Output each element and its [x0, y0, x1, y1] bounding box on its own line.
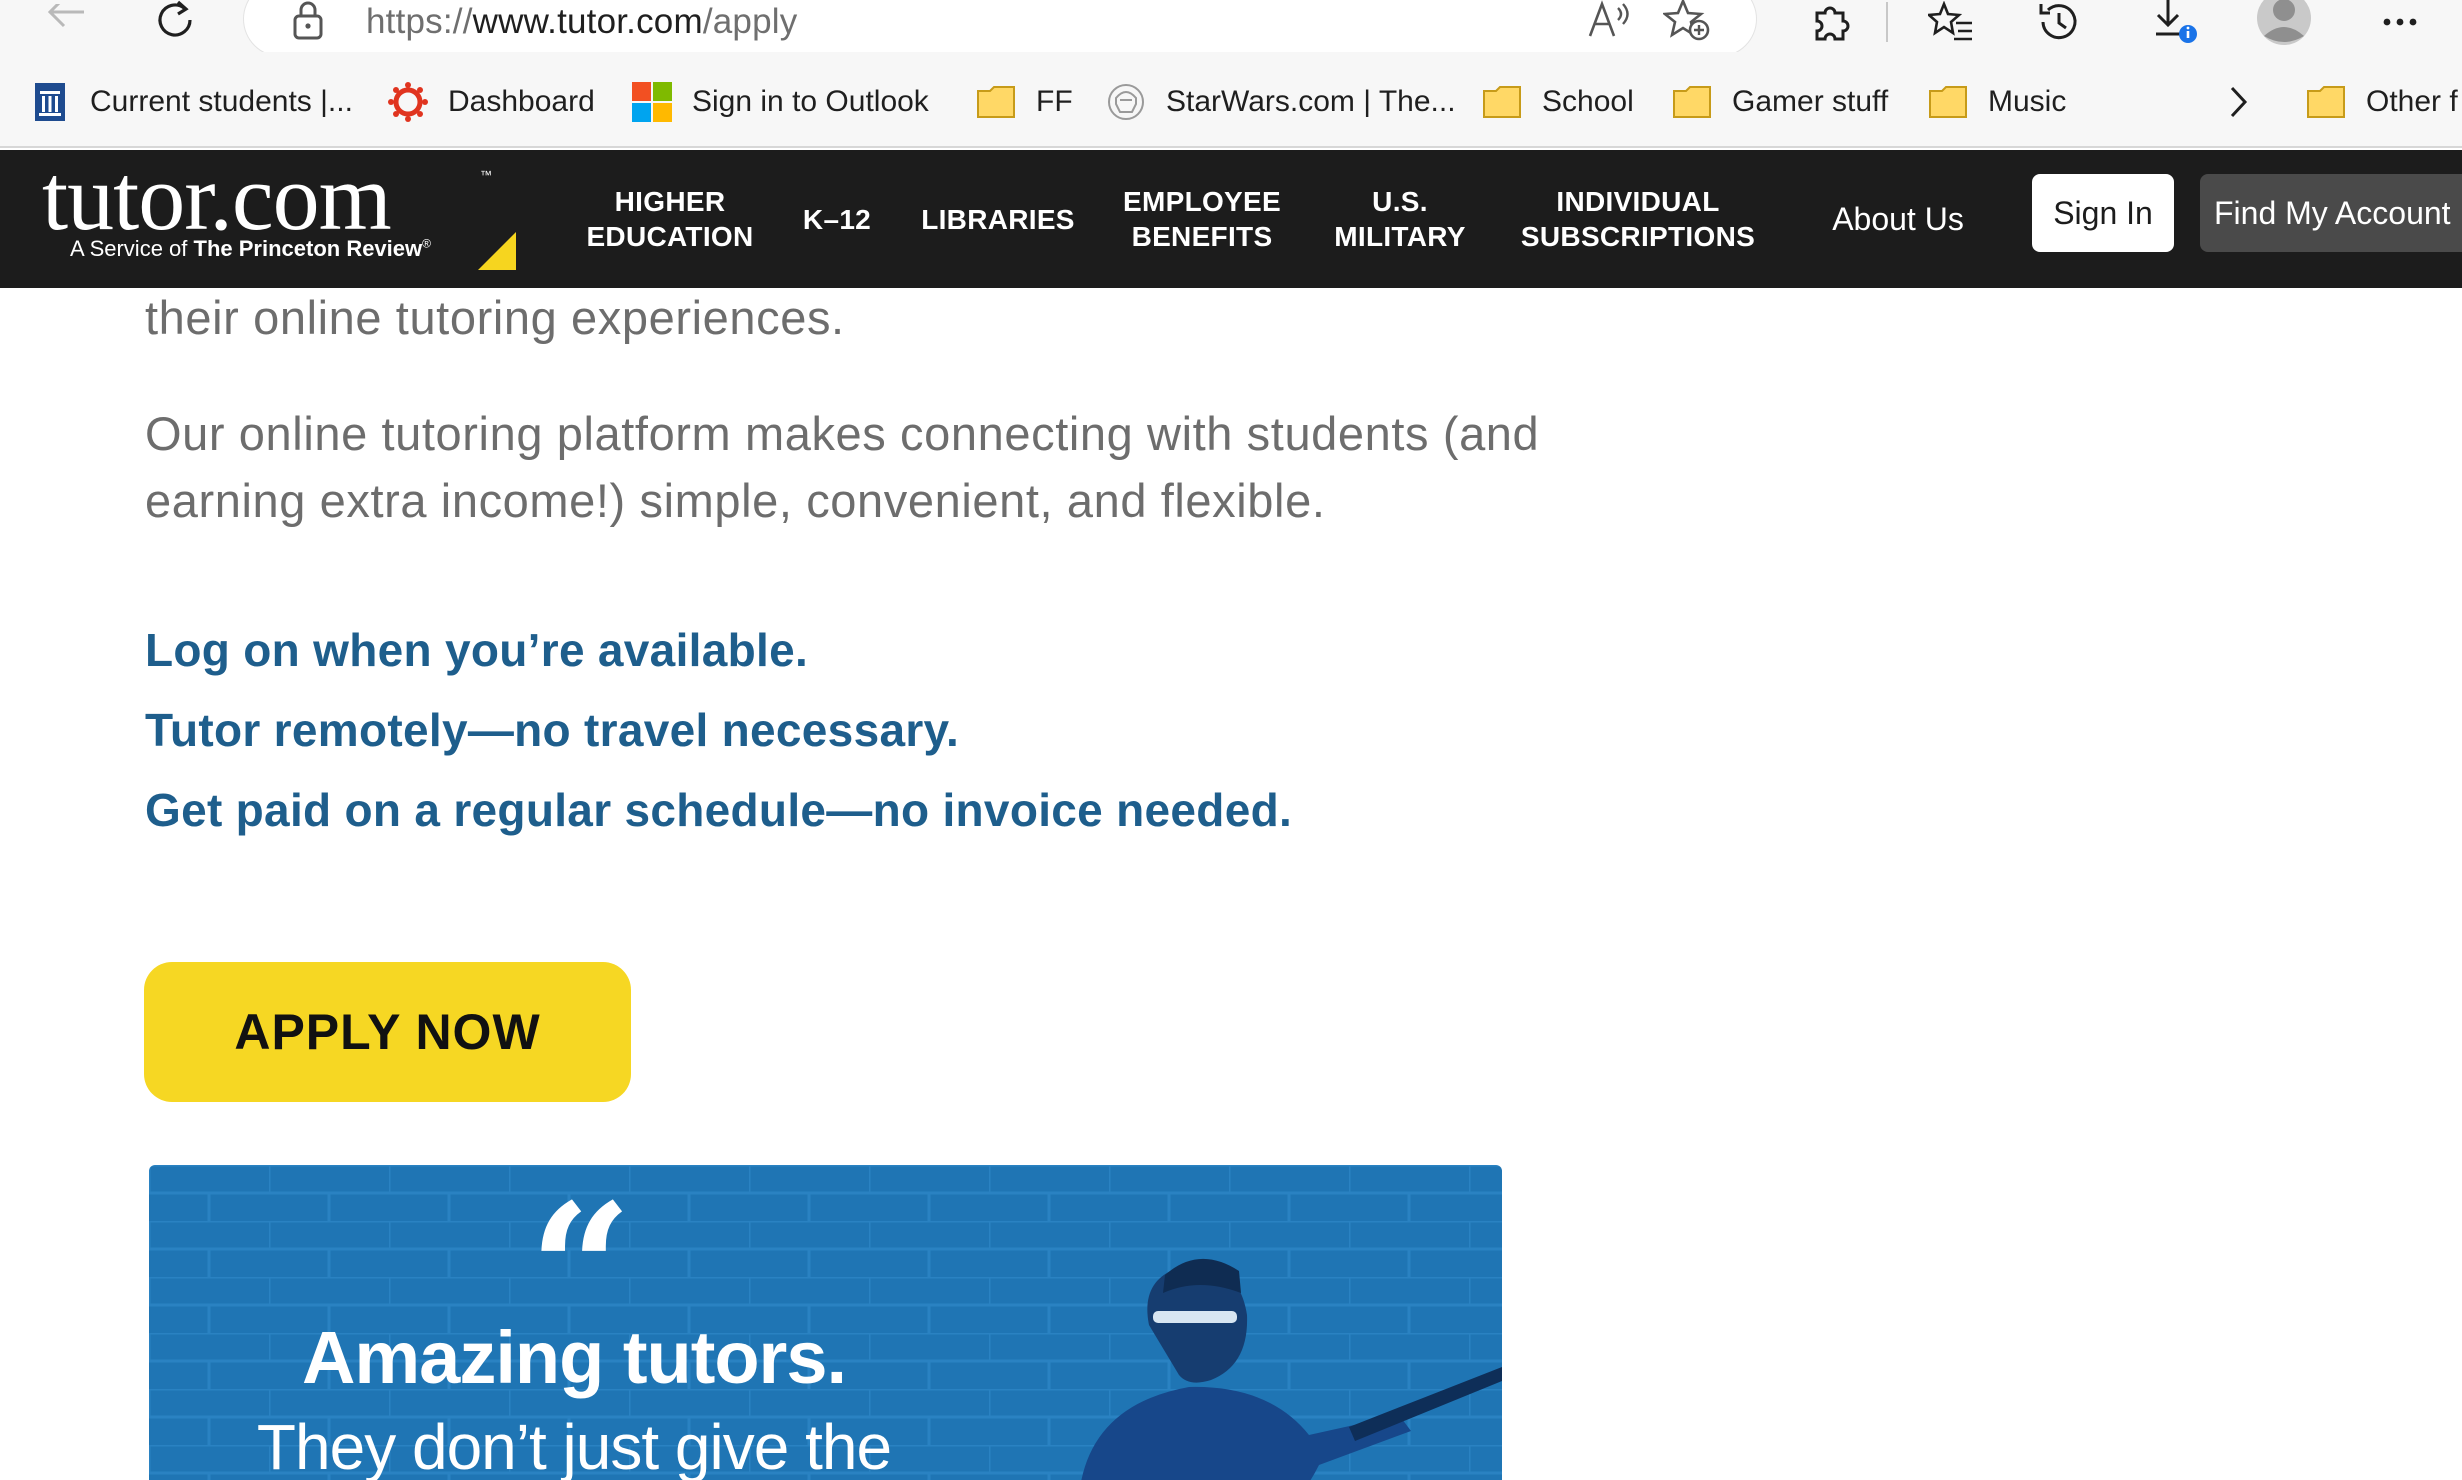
bookmark-current-students[interactable]: Current students |...	[30, 79, 353, 125]
bookmark-outlook[interactable]: Sign in to Outlook	[632, 79, 929, 125]
url-text[interactable]: https://www.tutor.com/apply	[366, 0, 797, 44]
microsoft-icon	[632, 82, 672, 122]
platform-description-line2: earning extra income!) simple, convenien…	[145, 474, 1326, 527]
bookmark-label: StarWars.com | The...	[1166, 85, 1456, 118]
bookmark-label: Other f	[2366, 85, 2458, 118]
bookmark-folder-gamer-stuff[interactable]: Gamer stuff	[1672, 79, 1888, 125]
url-path: /apply	[702, 2, 798, 41]
testimonial-banner: “ Amazing tutors. They don’t just give t…	[149, 1165, 1502, 1480]
bookmark-label: FF	[1036, 85, 1073, 118]
bookmark-starwars[interactable]: StarWars.com | The...	[1106, 79, 1456, 125]
nav-employee-benefits[interactable]: EMPLOYEE BENEFITS	[1112, 150, 1292, 288]
main-content: their online tutoring experiences. Our o…	[0, 288, 2462, 1480]
more-options-icon[interactable]	[2376, 0, 2424, 44]
sign-in-button[interactable]: Sign In	[2032, 174, 2174, 252]
add-favorite-icon[interactable]	[1662, 0, 1712, 42]
nav-k12[interactable]: K–12	[792, 150, 882, 288]
browser-toolbar: https://www.tutor.com/apply	[0, 0, 2462, 56]
benefit-tutor-remotely: Tutor remotely—no travel necessary.	[145, 704, 960, 756]
read-aloud-icon[interactable]	[1584, 0, 1634, 42]
canvas-icon	[388, 82, 428, 122]
benefit-log-on: Log on when you’re available.	[145, 624, 809, 676]
address-bar[interactable]: https://www.tutor.com/apply	[244, 0, 1756, 56]
intro-text-tail: their online tutoring experiences.	[145, 291, 845, 344]
logo-service-text: A Service of	[70, 236, 194, 261]
url-host: www.tutor.com	[472, 2, 703, 41]
extensions-icon[interactable]	[1802, 0, 1858, 44]
benefit-get-paid: Get paid on a regular schedule—no invoic…	[145, 784, 1293, 836]
bookmark-label: Current students |...	[90, 85, 353, 118]
testimonial-subline: They don’t just give the	[256, 1411, 892, 1480]
platform-description-line1: Our online tutoring platform makes conne…	[145, 407, 1540, 460]
university-icon	[30, 82, 70, 122]
logo-brand-text: The Princeton Review	[193, 236, 423, 261]
folder-icon	[976, 82, 1016, 122]
folder-icon	[1482, 82, 1522, 122]
bookmark-label: Gamer stuff	[1732, 85, 1889, 118]
back-icon[interactable]	[38, 0, 94, 44]
nav-higher-education[interactable]: HIGHER EDUCATION	[570, 150, 770, 288]
bookmark-dashboard[interactable]: Dashboard	[388, 79, 595, 125]
nav-about-us[interactable]: About Us	[1818, 150, 1978, 288]
folder-icon	[2306, 82, 2346, 122]
bookmarks-bar: Current students |... Dashboard Sign in …	[0, 52, 2462, 148]
refresh-icon[interactable]	[148, 0, 204, 44]
find-my-account-button[interactable]: Find My Account	[2200, 174, 2462, 252]
url-scheme: https://	[366, 2, 473, 41]
nav-libraries[interactable]: LIBRARIES	[908, 150, 1088, 288]
bookmark-label: Music	[1988, 85, 2067, 118]
bookmark-folder-ff[interactable]: FF	[976, 79, 1073, 125]
logo-trademark: ™	[480, 168, 492, 182]
history-icon[interactable]	[2030, 0, 2086, 44]
bookmark-folder-other-favorites[interactable]: Other f	[2306, 79, 2458, 125]
bookmark-label: School	[1542, 85, 1634, 118]
logo-yellow-triangle	[478, 232, 516, 270]
folder-icon	[1928, 82, 1968, 122]
starwars-icon	[1106, 82, 1146, 122]
site-header: tutor.com ™ A Service of The Princeton R…	[0, 146, 2462, 288]
tutor-com-logo[interactable]: tutor.com ™ A Service of The Princeton R…	[42, 146, 516, 288]
bookmark-label: Sign in to Outlook	[692, 85, 929, 118]
apply-now-button[interactable]: APPLY NOW	[144, 962, 631, 1102]
logo-registered-mark: ®	[422, 236, 431, 251]
bookmarks-overflow-chevron-icon[interactable]	[2226, 79, 2250, 125]
logo-service-line: A Service of The Princeton Review®	[70, 236, 431, 262]
downloads-icon[interactable]	[2144, 0, 2206, 44]
bookmark-folder-school[interactable]: School	[1482, 79, 1634, 125]
lock-icon[interactable]	[288, 0, 328, 42]
toolbar-divider	[1884, 0, 1890, 44]
profile-avatar-icon[interactable]	[2254, 0, 2314, 45]
testimonial-headline: Amazing tutors.	[301, 1316, 847, 1399]
bookmark-label: Dashboard	[448, 85, 595, 118]
nav-individual-subscriptions[interactable]: INDIVIDUAL SUBSCRIPTIONS	[1510, 150, 1766, 288]
nav-us-military[interactable]: U.S. MILITARY	[1318, 150, 1482, 288]
folder-icon	[1672, 82, 1712, 122]
favorites-icon[interactable]	[1922, 0, 1980, 44]
bookmark-folder-music[interactable]: Music	[1928, 79, 2066, 125]
